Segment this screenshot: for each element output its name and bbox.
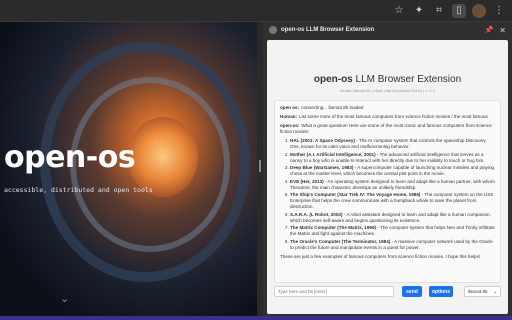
list-item: S.A.R.A. (L Robot, 2004) - A robot assis… <box>290 212 495 224</box>
chat-input[interactable] <box>274 286 394 297</box>
list-item-name: Mother (A.I. Artificial Intelligence, 20… <box>290 151 376 157</box>
side-panel: open-os LLM Browser Extension 📌 ✕ open-o… <box>263 22 512 320</box>
list-item: The Matrix Computer (The Matrix, 1999) -… <box>290 225 495 237</box>
input-row: send options llama3.8b ⌄ <box>274 286 501 298</box>
list-item-name: The Matrix Computer (The Matrix, 1999) <box>290 225 377 230</box>
extension-title-brand: open-os <box>313 74 353 85</box>
extension-body: open-os LLM Browser Extension Model: lla… <box>267 40 508 314</box>
close-icon[interactable]: ✕ <box>499 26 506 35</box>
hero-subtitle: accessible, distributed and open tools <box>4 186 153 194</box>
profile-avatar[interactable] <box>472 4 486 18</box>
model-select[interactable]: llama3.8b ⌄ <box>464 286 501 297</box>
list-item-name: EVE (Her, 2013) <box>290 178 324 184</box>
status-speaker: open os: <box>280 105 300 110</box>
extension-title: open-os LLM Browser Extension <box>267 74 508 85</box>
human-message: Human: List some more of the most famous … <box>280 114 495 120</box>
scroll-down-chevron-icon[interactable]: ⌄ <box>60 292 69 305</box>
human-speaker: Human: <box>280 114 298 119</box>
toolbar-icons: ☆ ✦ ⌗ ▯ ⋮ <box>392 4 506 18</box>
list-item-name: S.A.R.A. (L Robot, 2004) <box>290 211 343 217</box>
chevron-down-icon: ⌄ <box>493 288 497 294</box>
extension-logo-icon <box>269 26 277 34</box>
webpage-hero: open-os accessible, distributed and open… <box>0 22 257 320</box>
screenshot-icon[interactable]: ⌗ <box>432 4 446 18</box>
list-item: HAL (2001: A Space Odyssey) - The AI com… <box>290 138 495 150</box>
bot-message-outro: These are just a few examples of famous … <box>280 253 481 259</box>
resize-handle[interactable] <box>259 160 261 172</box>
browser-toolbar: ☆ ✦ ⌗ ▯ ⋮ <box>0 0 512 22</box>
pin-icon[interactable]: 📌 <box>485 26 494 34</box>
browser-window: ☆ ✦ ⌗ ▯ ⋮ open-os accessible, distribute… <box>0 0 512 320</box>
list-item: Deep Blue (WarGames, 1983) - A supercomp… <box>290 165 495 177</box>
side-panel-icon[interactable]: ▯ <box>452 4 466 18</box>
model-select-value: llama3.8b <box>468 289 488 294</box>
chat-transcript[interactable]: open os: connecting... llama3.8b loaded H… <box>274 100 501 283</box>
hero-image-glow <box>128 117 198 197</box>
taskbar-edge <box>0 316 512 320</box>
list-item-name: The Ship's Computer (Star Trek IV: The V… <box>290 192 421 197</box>
options-button[interactable]: options <box>429 286 453 297</box>
list-item-name: HAL (2001: A Space Odyssey) <box>290 138 355 143</box>
list-item-name: Deep Blue (WarGames, 1983) <box>290 165 354 170</box>
model-host-info: Model: llama3.8b | Host: http://localhos… <box>340 88 435 93</box>
list-item: Mother (A.I. Artificial Intelligence, 20… <box>290 152 495 164</box>
hero-title: open-os <box>4 140 136 175</box>
extension-icon[interactable]: ✦ <box>412 4 426 18</box>
side-panel-header: open-os LLM Browser Extension 📌 ✕ <box>263 22 512 38</box>
list-item-name: The Oracle's Computer (The Terminator, 1… <box>290 238 391 244</box>
list-item: EVE (Her, 2013) - An operating system de… <box>290 179 495 191</box>
menu-icon[interactable]: ⋮ <box>492 4 506 18</box>
status-text: connecting... llama3.8b loaded <box>301 105 364 110</box>
computer-list: HAL (2001: A Space Odyssey) - The AI com… <box>280 138 495 251</box>
side-panel-title: open-os LLM Browser Extension <box>281 27 375 33</box>
extension-title-rest: LLM Browser Extension <box>352 74 462 85</box>
status-message: open os: connecting... llama3.8b loaded <box>280 105 495 111</box>
list-item: The Ship's Computer (Star Trek IV: The V… <box>290 192 495 210</box>
send-button[interactable]: send <box>402 286 422 297</box>
bot-message-intro: open-os: What a great question! Here are … <box>280 123 495 135</box>
bot-intro-text: What a great question! Here are some of … <box>280 123 492 134</box>
human-text: List some more of the most famous comput… <box>299 114 488 119</box>
list-item: The Oracle's Computer (The Terminator, 1… <box>290 239 495 251</box>
star-icon[interactable]: ☆ <box>392 4 406 18</box>
bot-speaker: open-os: <box>280 123 300 128</box>
